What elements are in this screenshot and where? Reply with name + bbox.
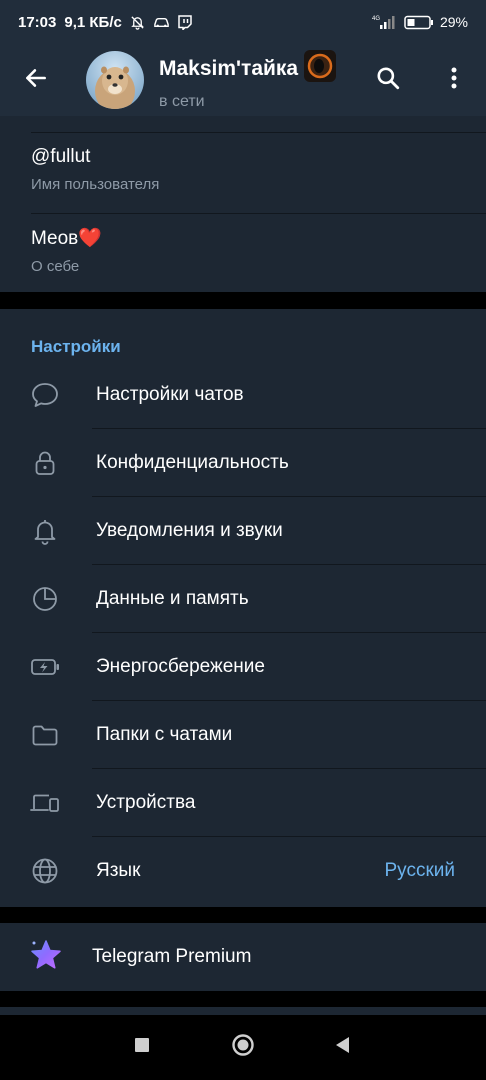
settings-item-devices[interactable]: Устройства <box>0 769 486 837</box>
settings-item-power-saving[interactable]: Энергосбережение <box>0 633 486 701</box>
top-app-bar: Maksim'тайка в сети <box>0 44 486 116</box>
profile-info-section: @fullut Имя пользователя Меов❤️ О себе <box>0 116 486 292</box>
status-time: 17:03 <box>18 13 57 31</box>
online-status: в сети <box>159 92 205 110</box>
circle-icon <box>231 1033 255 1062</box>
settings-item-label: Данные и память <box>96 588 249 609</box>
settings-item-label: Уведомления и звуки <box>96 520 283 541</box>
bell-icon <box>28 514 62 548</box>
lock-icon <box>28 446 62 480</box>
settings-item-label: Настройки чатов <box>96 384 244 405</box>
avatar[interactable] <box>86 51 144 109</box>
username-value: @fullut <box>31 146 91 167</box>
status-bar: 17:03 9,1 КБ/с 4G 29% <box>0 0 486 44</box>
bio-row[interactable]: Меов❤️ О себе <box>31 226 102 275</box>
network-type: 4G <box>372 16 380 22</box>
settings-section: Настройки Настройки чатов Конфиденциальн… <box>0 309 486 907</box>
square-icon <box>134 1037 150 1058</box>
arrow-left-icon <box>23 65 49 96</box>
battery-bolt-icon <box>28 650 62 684</box>
folder-icon <box>28 718 62 752</box>
more-vertical-icon <box>450 66 458 95</box>
settings-item-label: Папки с чатами <box>96 724 233 745</box>
system-back-button[interactable] <box>318 1023 366 1071</box>
profile-name: Maksim'тайка <box>159 56 299 80</box>
divider <box>31 132 486 133</box>
settings-item-label: Конфиденциальность <box>96 452 289 473</box>
bell-muted-icon <box>130 15 145 30</box>
settings-item-language[interactable]: Язык Русский <box>0 837 486 905</box>
settings-item-label: Язык <box>96 860 141 881</box>
next-section-edge <box>0 1007 486 1015</box>
battery-percent: 29% <box>439 14 468 30</box>
status-speed: 9,1 КБ/с <box>64 13 122 31</box>
settings-item-chat[interactable]: Настройки чатов <box>0 361 486 429</box>
emoji-status-icon[interactable] <box>304 49 337 88</box>
bio-value: Меов❤️ <box>31 228 102 249</box>
search-button[interactable] <box>360 44 416 116</box>
bio-label: О себе <box>31 258 80 275</box>
system-navigation-bar <box>0 1015 486 1080</box>
username-label: Имя пользователя <box>31 176 160 193</box>
chat-bubble-icon <box>28 378 62 412</box>
premium-star-icon <box>28 937 64 978</box>
battery-icon <box>404 15 434 30</box>
settings-item-data[interactable]: Данные и память <box>0 565 486 633</box>
search-icon <box>375 65 401 96</box>
telegram-premium-item[interactable]: Telegram Premium <box>0 923 486 991</box>
pie-chart-icon <box>28 582 62 616</box>
settings-item-folders[interactable]: Папки с чатами <box>0 701 486 769</box>
settings-item-label: Энергосбережение <box>96 656 265 677</box>
globe-icon <box>28 854 62 888</box>
car-icon <box>153 16 170 29</box>
settings-item-label: Устройства <box>96 792 196 813</box>
settings-item-notifications[interactable]: Уведомления и звуки <box>0 497 486 565</box>
back-button[interactable] <box>0 44 72 116</box>
home-button[interactable] <box>219 1023 267 1071</box>
recents-button[interactable] <box>118 1023 166 1071</box>
twitch-icon <box>178 14 192 30</box>
premium-label: Telegram Premium <box>92 946 252 967</box>
language-value: Русский <box>384 860 456 881</box>
divider <box>31 213 486 214</box>
triangle-left-icon <box>333 1035 351 1060</box>
username-row[interactable]: @fullut Имя пользователя <box>31 146 159 193</box>
signal-icon: 4G <box>372 14 398 30</box>
more-options-button[interactable] <box>426 44 482 116</box>
section-title: Настройки <box>31 337 121 356</box>
devices-icon <box>28 786 62 820</box>
settings-item-privacy[interactable]: Конфиденциальность <box>0 429 486 497</box>
